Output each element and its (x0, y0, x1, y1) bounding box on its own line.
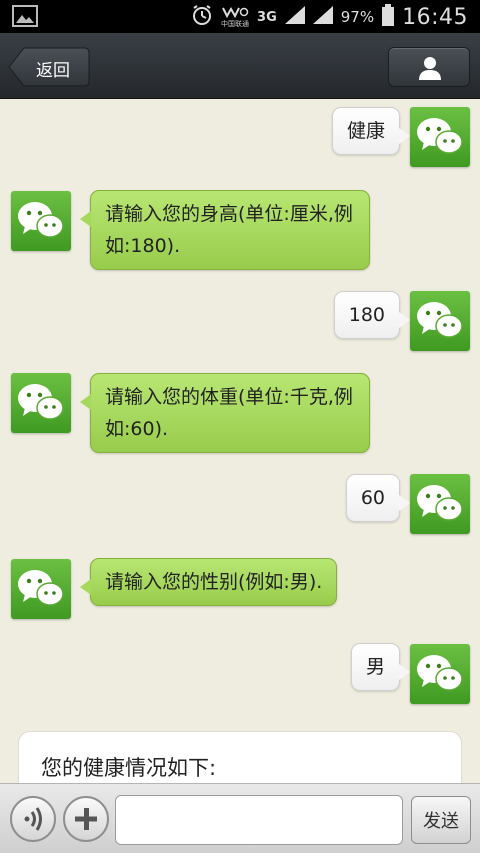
my-avatar[interactable] (410, 474, 470, 534)
wechat-logo-icon (417, 302, 463, 338)
outgoing-message[interactable]: 男 (350, 643, 410, 691)
alarm-icon (191, 4, 213, 30)
status-bar: 中国联通 3G 97% 16:45 (0, 0, 480, 33)
incoming-message[interactable]: 请输入您的性别(例如:男). (80, 558, 338, 606)
message-input[interactable] (115, 795, 403, 845)
message-text: 健康 (346, 120, 385, 142)
message-text: 请输入您的体重(单位:千克,例如:60). (105, 386, 353, 440)
wechat-logo-icon (417, 655, 463, 691)
outgoing-message[interactable]: 60 (345, 474, 410, 522)
result-message[interactable]: 您的健康情况如下: (18, 731, 462, 783)
back-label: 返回 (36, 61, 70, 81)
network-type: 3G (257, 9, 277, 25)
result-text: 您的健康情况如下: (41, 756, 217, 780)
outgoing-message[interactable]: 健康 (331, 107, 410, 155)
wechat-logo-icon (417, 118, 463, 154)
voice-input-button[interactable] (10, 796, 56, 842)
wechat-logo-icon (18, 570, 64, 606)
message-text: 请输入您的性别(例如:男). (105, 571, 323, 593)
clock: 16:45 (402, 4, 468, 30)
signal-icon-2 (312, 6, 333, 28)
voice-icon (24, 807, 42, 831)
incoming-message[interactable]: 请输入您的身高(单位:厘米,例如:180). (80, 190, 370, 270)
back-button[interactable]: 返回 (8, 47, 90, 87)
send-button[interactable]: 发送 (411, 796, 471, 844)
battery-icon (382, 4, 395, 30)
message-text: 60 (360, 487, 385, 509)
signal-icon (284, 6, 305, 28)
bot-avatar[interactable] (11, 191, 71, 251)
person-icon (419, 57, 441, 80)
my-avatar[interactable] (410, 291, 470, 351)
nav-bar: 返回 (0, 33, 480, 99)
my-avatar[interactable] (410, 644, 470, 704)
carrier-logo: 中国联通 (221, 6, 249, 28)
plus-icon (75, 808, 97, 830)
input-bar: 发送 (0, 783, 480, 853)
wechat-logo-icon (18, 202, 64, 238)
bot-avatar[interactable] (11, 373, 71, 433)
gallery-notification-icon (12, 5, 38, 31)
message-text: 180 (348, 304, 385, 326)
chat-area[interactable]: 健康 请输入您的身高(单位:厘米,例如:180). 180 请输入您的体重(单位… (0, 99, 480, 783)
my-avatar[interactable] (410, 107, 470, 167)
bot-avatar[interactable] (11, 559, 71, 619)
wechat-logo-icon (18, 384, 64, 420)
wechat-logo-icon (417, 485, 463, 521)
carrier-name: 中国联通 (221, 20, 250, 28)
battery-percent: 97% (340, 8, 375, 26)
incoming-message[interactable]: 请输入您的体重(单位:千克,例如:60). (80, 373, 370, 453)
message-text: 请输入您的身高(单位:厘米,例如:180). (105, 203, 353, 257)
contact-info-button[interactable] (388, 47, 470, 87)
message-text: 男 (365, 656, 385, 678)
add-attachment-button[interactable] (63, 796, 109, 842)
outgoing-message[interactable]: 180 (333, 291, 410, 339)
